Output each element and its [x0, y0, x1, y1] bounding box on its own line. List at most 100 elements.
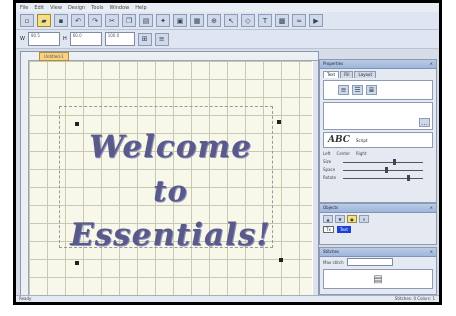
status-left: Ready	[19, 296, 32, 301]
embroidery-line-1[interactable]: Welcome	[29, 129, 312, 165]
select-icon[interactable]: ↖	[224, 14, 238, 27]
properties-panel-title: Properties	[323, 61, 344, 66]
menu-file[interactable]: File	[20, 5, 28, 11]
node-icon[interactable]: ◇	[241, 14, 255, 27]
copy-icon[interactable]: ❐	[122, 14, 136, 27]
align-right-icon[interactable]: ≣	[366, 85, 377, 95]
close-icon[interactable]: ×	[430, 60, 433, 68]
move-down-icon[interactable]: ▼	[335, 215, 345, 223]
main-toolbar: ▫ ▰ ▪ ↶ ↷ ✂ ❐ ▤ ✦ ▣ ▦ ⊕ ↖ ◇ T ▩ ≈ ▶	[16, 12, 439, 30]
zoom-icon[interactable]: ⊕	[207, 14, 221, 27]
menu-tools[interactable]: Tools	[91, 5, 103, 11]
size-field[interactable]: 100.0	[104, 32, 135, 46]
size-slider-label: Size	[323, 159, 332, 164]
embroidery-line-3[interactable]: Essentials!	[29, 217, 312, 253]
stitches-panel: Stitches × Max stitch ▤	[319, 247, 437, 295]
align-icon[interactable]: ≡	[154, 32, 169, 46]
preview-box: …	[323, 102, 433, 130]
max-stitch-row: Max stitch	[320, 257, 436, 267]
stitches-panel-title: Stitches	[323, 249, 340, 254]
selection-handle-tl[interactable]	[75, 122, 79, 126]
height-field[interactable]: 60.0	[69, 32, 102, 46]
more-icon[interactable]: …	[419, 118, 430, 127]
new-icon[interactable]: ▫	[20, 14, 34, 27]
text-options: Left Center Right	[320, 150, 436, 157]
design-canvas[interactable]: Untitled-1 Welcome to Essentials!	[20, 51, 319, 302]
text-icon[interactable]: T	[258, 14, 272, 27]
selection-handle-br[interactable]	[279, 258, 283, 262]
hoop-icon[interactable]: ▣	[173, 14, 187, 27]
embroidery-line-2[interactable]: to	[29, 174, 312, 208]
redo-icon[interactable]: ↷	[88, 14, 102, 27]
stitch-preview-icon: ▤	[373, 273, 383, 285]
close-icon[interactable]: ×	[430, 248, 433, 256]
menu-bar: File Edit View Design Tools Window Help	[16, 3, 439, 12]
objects-panel-title: Objects	[323, 205, 339, 210]
option-right[interactable]: Right	[356, 151, 367, 156]
fill-icon[interactable]: ▩	[275, 14, 289, 27]
space-slider[interactable]: Space	[323, 167, 433, 173]
wizard-icon[interactable]: ✦	[156, 14, 170, 27]
stitch-preview: ▤	[323, 269, 433, 289]
size-slider-knob[interactable]	[393, 159, 396, 165]
menu-view[interactable]: View	[50, 5, 62, 11]
move-up-icon[interactable]: ▲	[323, 215, 333, 223]
option-left[interactable]: Left	[323, 151, 331, 156]
stitch-icon[interactable]: ≈	[292, 14, 306, 27]
cut-icon[interactable]: ✂	[105, 14, 119, 27]
menu-window[interactable]: Window	[110, 5, 130, 11]
option-center[interactable]: Center	[337, 151, 350, 156]
stitches-panel-header: Stitches ×	[320, 248, 436, 257]
canvas-grid: Welcome to Essentials!	[29, 61, 312, 296]
open-icon[interactable]: ▰	[37, 14, 51, 27]
status-right: Stitches: 0 Colors: 1	[394, 296, 435, 301]
objects-panel-header: Objects ×	[320, 204, 436, 213]
rotate-slider-label: Rotate	[323, 175, 337, 180]
size-slider-track	[343, 162, 423, 163]
paste-icon[interactable]: ▤	[139, 14, 153, 27]
property-toolbar: W 80.5 H 60.0 100.0 ⊞ ≡	[16, 30, 439, 49]
close-icon[interactable]: ×	[430, 204, 433, 212]
selection-handle-bl[interactable]	[75, 261, 79, 265]
tab-layout[interactable]: Layout	[354, 71, 377, 78]
left-ruler	[21, 60, 29, 302]
app-window: File Edit View Design Tools Window Help …	[16, 3, 439, 302]
rotate-slider-knob[interactable]	[407, 175, 410, 181]
align-left-icon[interactable]: ≡	[338, 85, 349, 95]
delete-icon[interactable]: ✕	[359, 215, 369, 223]
align-center-icon[interactable]: ☰	[352, 85, 363, 95]
menu-edit[interactable]: Edit	[34, 5, 44, 11]
width-label: W	[20, 36, 25, 42]
space-slider-knob[interactable]	[385, 167, 388, 173]
tab-text[interactable]: Text	[323, 71, 340, 78]
status-bar: Ready Stitches: 0 Colors: 1	[16, 295, 439, 302]
vertical-scrollbar[interactable]	[313, 61, 318, 296]
space-slider-label: Space	[323, 167, 336, 172]
color-icon[interactable]: ●	[347, 215, 357, 223]
font-sample: ABC	[328, 135, 350, 145]
lock-icon[interactable]: ⊞	[137, 32, 152, 46]
font-selector[interactable]: ABC Script	[323, 132, 433, 148]
menu-help[interactable]: Help	[135, 5, 146, 11]
max-stitch-label: Max stitch	[323, 259, 344, 265]
object-row[interactable]: Tx Text	[320, 225, 436, 234]
space-slider-track	[343, 170, 423, 171]
undo-icon[interactable]: ↶	[71, 14, 85, 27]
selection-handle-tr[interactable]	[277, 120, 281, 124]
play-icon[interactable]: ▶	[309, 14, 323, 27]
save-icon[interactable]: ▪	[54, 14, 68, 27]
document-tab[interactable]: Untitled-1	[39, 52, 69, 61]
height-label: H	[62, 36, 67, 42]
selected-object[interactable]: Text	[336, 226, 351, 233]
properties-panel-header: Properties ×	[320, 60, 436, 69]
rotate-slider[interactable]: Rotate	[323, 175, 433, 181]
max-stitch-field[interactable]	[346, 258, 393, 266]
menu-design[interactable]: Design	[68, 5, 85, 11]
grid-icon[interactable]: ▦	[190, 14, 204, 27]
objects-panel: Objects × ▲ ▼ ● ✕ Tx Text	[319, 203, 437, 245]
width-field[interactable]: 80.5	[27, 32, 60, 46]
properties-tabs: Text Fill Layout	[320, 69, 436, 78]
objects-toolbar: ▲ ▼ ● ✕	[320, 213, 436, 225]
size-slider[interactable]: Size	[323, 159, 433, 165]
tab-fill[interactable]: Fill	[340, 71, 354, 78]
